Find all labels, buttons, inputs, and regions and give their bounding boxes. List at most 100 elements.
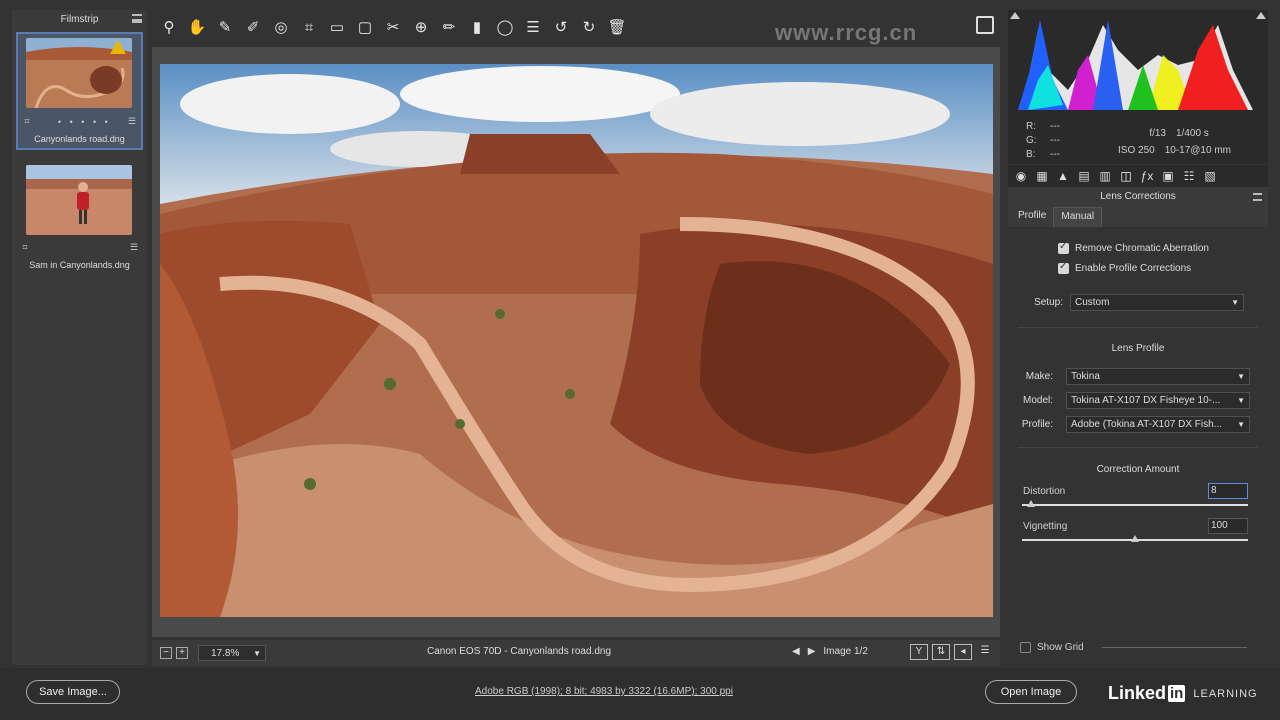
shadow-clipping-icon[interactable] <box>1010 12 1020 19</box>
rotate-ccw-icon[interactable]: ↺ <box>547 13 575 41</box>
distortion-slider-thumb[interactable] <box>1027 500 1036 507</box>
hand-icon[interactable]: ✋ <box>183 13 211 41</box>
g-label: G: <box>1026 135 1037 146</box>
crop-icon[interactable]: ⌗ <box>295 13 323 41</box>
setup-label: Setup: <box>1034 297 1063 308</box>
camera-calibration-tab-icon[interactable]: ▣ <box>1159 167 1177 185</box>
make-label: Make: <box>1025 371 1053 382</box>
make-value: Tokina <box>1071 371 1100 382</box>
adjustments-badge-icon: ☰ <box>127 116 137 126</box>
radial-filter-icon[interactable]: ◯ <box>491 13 519 41</box>
filmstrip-item-canyonlands-road[interactable]: ⌗ • • • • • ☰ Canyonlands road.dng <box>16 32 143 150</box>
lens-corrections-tab-icon[interactable]: ◫ <box>1117 167 1135 185</box>
toggle-settings-icon[interactable]: ☰ <box>976 644 994 660</box>
crop-badge-icon: ⌗ <box>22 242 28 252</box>
straighten-icon[interactable]: ▭ <box>323 13 351 41</box>
tab-manual[interactable]: Manual <box>1053 207 1103 227</box>
preferences-icon[interactable]: ☰ <box>519 13 547 41</box>
graduated-filter-icon[interactable]: ▮ <box>463 13 491 41</box>
distortion-input[interactable]: 8 <box>1208 483 1248 499</box>
tab-profile[interactable]: Profile <box>1011 207 1053 227</box>
show-grid-label: Show Grid <box>1037 642 1084 653</box>
highlight-clipping-icon[interactable] <box>1256 12 1266 19</box>
vignetting-slider-thumb[interactable] <box>1131 535 1139 542</box>
filmstrip-panel: Filmstrip ⌗ • • • • • ☰ Canyonlands road… <box>12 10 147 665</box>
white-balance-icon[interactable]: ✎ <box>211 13 239 41</box>
panel-menu-icon[interactable] <box>1253 193 1262 201</box>
transform-icon[interactable]: ▢ <box>351 13 379 41</box>
next-image-icon[interactable]: ▶ <box>808 646 816 657</box>
presets-tab-icon[interactable]: ☷ <box>1180 167 1198 185</box>
workflow-options-link[interactable]: Adobe RGB (1998); 8 bit; 4983 by 3322 (1… <box>475 686 733 697</box>
setup-select[interactable]: Custom ▼ <box>1070 294 1244 311</box>
filmstrip-item-sam-in-canyonlands[interactable]: ⌗ ☰ Sam in Canyonlands.dng <box>16 160 143 278</box>
image-preview-area[interactable] <box>152 47 1000 637</box>
vignetting-input[interactable]: 100 <box>1208 518 1248 534</box>
targeted-adjustment-icon[interactable]: ◎ <box>267 13 295 41</box>
red-eye-icon[interactable]: ⊕ <box>407 13 435 41</box>
filmstrip-menu-icon[interactable] <box>132 14 142 23</box>
image-navigation: ◀ ▶ Image 1/2 <box>792 646 868 657</box>
detail-tab-icon[interactable]: ▲ <box>1054 167 1072 185</box>
preview-status-bar: − + 17.8% ▼ Canon EOS 70D - Canyonlands … <box>152 640 1000 666</box>
distortion-slider-track[interactable] <box>1022 504 1248 506</box>
b-value: --- <box>1050 149 1060 160</box>
split-toning-tab-icon[interactable]: ▥ <box>1096 167 1114 185</box>
zoom-icon[interactable]: ⚲ <box>155 13 183 41</box>
color-sampler-icon[interactable]: ✐ <box>239 13 267 41</box>
tone-curve-tab-icon[interactable]: ▦ <box>1033 167 1051 185</box>
rotate-cw-icon[interactable]: ↻ <box>575 13 603 41</box>
adjustment-brush-icon[interactable]: ✏ <box>435 13 463 41</box>
show-grid-row[interactable]: Show Grid <box>1020 642 1084 653</box>
lens-subtabs: Profile Manual <box>1011 207 1268 227</box>
make-select[interactable]: Tokina ▼ <box>1066 368 1250 385</box>
chevron-down-icon: ▼ <box>1237 372 1245 381</box>
profile-value: Adobe (Tokina AT-X107 DX Fish... <box>1071 419 1223 430</box>
effects-tab-icon[interactable]: ƒx <box>1138 167 1156 185</box>
open-image-button[interactable]: Open Image <box>985 680 1077 704</box>
filmstrip-header: Filmstrip <box>12 10 147 28</box>
prev-image-icon[interactable]: ◀ <box>792 646 800 657</box>
image-caption: Canon EOS 70D - Canyonlands road.dng <box>427 646 612 657</box>
brand-in-badge: in <box>1168 685 1186 702</box>
copy-settings-icon[interactable]: ◂ <box>954 644 972 660</box>
save-image-button[interactable]: Save Image... <box>26 680 120 704</box>
watermark-text: www.rrcg.cn <box>775 20 918 45</box>
basic-tab-icon[interactable]: ◉ <box>1012 167 1030 185</box>
model-select[interactable]: Tokina AT-X107 DX Fisheye 10-... ▼ <box>1066 392 1250 409</box>
panel-title: Lens Corrections <box>1008 187 1268 207</box>
remove-ca-checkbox[interactable] <box>1058 241 1069 254</box>
zoom-in-button[interactable]: + <box>176 647 188 659</box>
remove-ca-row[interactable]: Remove Chromatic Aberration <box>1058 241 1209 254</box>
enable-profile-row[interactable]: Enable Profile Corrections <box>1058 261 1192 274</box>
delete-icon[interactable]: 🗑 <box>603 13 631 41</box>
shutter-speed: 1/400 s <box>1176 128 1209 139</box>
grid-size-slider[interactable] <box>1102 647 1247 648</box>
enable-profile-checkbox[interactable] <box>1058 261 1069 274</box>
crop-badge-icon: ⌗ <box>24 116 30 126</box>
chevron-down-icon: ▼ <box>1231 298 1239 307</box>
divider <box>1018 447 1258 448</box>
canyon-photo <box>160 64 993 617</box>
rating-dots[interactable]: • • • • • <box>58 117 111 127</box>
lens-focal: 10-17@10 mm <box>1164 145 1231 156</box>
export-icon[interactable] <box>976 16 994 34</box>
distortion-label: Distortion <box>1023 486 1066 497</box>
before-after-icon[interactable]: Y <box>910 644 928 660</box>
remove-ca-label: Remove Chromatic Aberration <box>1075 243 1209 254</box>
chevron-down-icon: ▼ <box>253 649 261 658</box>
warning-icon <box>110 40 126 54</box>
spot-removal-icon[interactable]: ✂ <box>379 13 407 41</box>
panel-content: Remove Chromatic Aberration Enable Profi… <box>1008 227 1268 665</box>
correction-amount-title: Correction Amount <box>1096 464 1180 475</box>
show-grid-checkbox[interactable] <box>1020 642 1031 653</box>
divider <box>1018 327 1258 328</box>
hsl-tab-icon[interactable]: ▤ <box>1075 167 1093 185</box>
profile-select[interactable]: Adobe (Tokina AT-X107 DX Fish... ▼ <box>1066 416 1250 433</box>
enable-profile-label: Enable Profile Corrections <box>1075 263 1192 274</box>
zoom-out-button[interactable]: − <box>160 647 172 659</box>
snapshots-tab-icon[interactable]: ▧ <box>1201 167 1219 185</box>
swap-settings-icon[interactable]: ⇅ <box>932 644 950 660</box>
zoom-level-select[interactable]: 17.8% ▼ <box>198 645 266 661</box>
histogram <box>1008 10 1268 116</box>
